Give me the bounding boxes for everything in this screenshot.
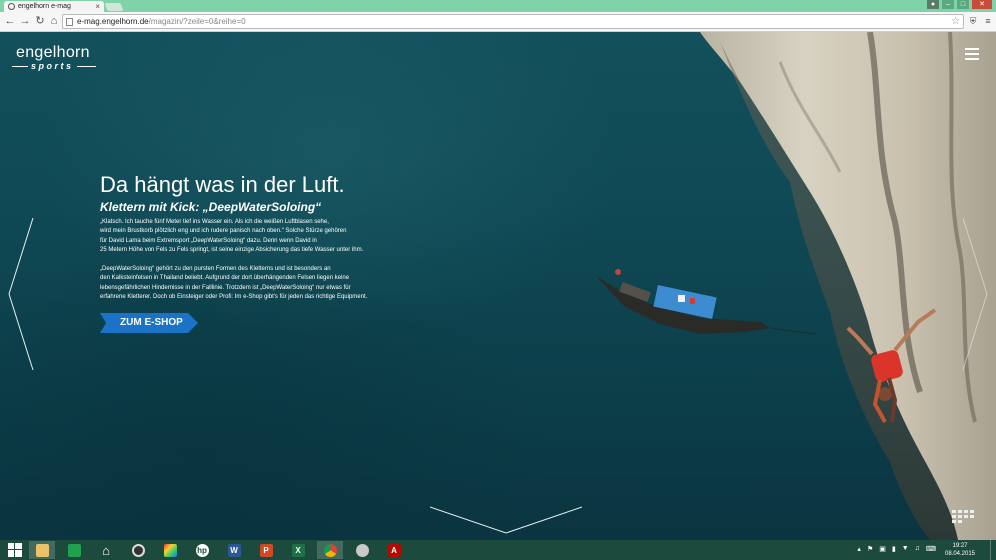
windows-start-icon	[8, 543, 22, 557]
body-line: erfahrene Kletterer. Doch ob Einsteiger …	[100, 294, 368, 301]
tab-engelhorn-e-mag[interactable]: engelhorn e-mag ×	[4, 1, 104, 12]
taskbar-file-explorer[interactable]	[29, 541, 55, 559]
scroll-down-arrow-icon[interactable]	[430, 506, 582, 534]
taskbar-acrobat[interactable]: A	[381, 541, 407, 559]
clock-time: 19:27	[952, 543, 968, 549]
article-body: „Klatsch. Ich tauche fünf Meter tief ins…	[100, 218, 410, 303]
tab-favicon-icon	[8, 3, 15, 10]
taskbar-paint[interactable]	[349, 541, 375, 559]
file-explorer-icon	[35, 543, 49, 557]
paint-icon	[355, 543, 369, 557]
taskbar-word[interactable]: W	[221, 541, 247, 559]
browser-title-bar: engelhorn e-mag × ● – □ ✕	[0, 0, 996, 12]
back-icon[interactable]: ←	[4, 15, 16, 28]
tray-expand-icon[interactable]: ▴	[857, 545, 861, 553]
battery-icon[interactable]: ▮	[892, 545, 896, 553]
body-line: wird mein Brustkorb plötzlich eng und ic…	[100, 228, 347, 235]
taskbar-home[interactable]: ⌂	[93, 541, 119, 559]
acrobat-icon: A	[387, 543, 401, 557]
article-subtitle: Klettern mit Kick: „DeepWaterSoloing“	[100, 200, 322, 214]
taskbar-excel[interactable]: X	[285, 541, 311, 559]
taskbar-hp[interactable]: hp	[189, 541, 215, 559]
taskbar-color-app[interactable]	[157, 541, 183, 559]
forward-icon[interactable]: →	[19, 15, 31, 28]
maximize-button[interactable]: □	[957, 0, 969, 9]
url-path: /magazin/?zeile=0&reihe=0	[148, 17, 246, 26]
excel-icon: X	[291, 543, 305, 557]
keyboard-icon[interactable]: ⌨	[926, 545, 936, 553]
volume-icon[interactable]: ♫	[915, 545, 920, 553]
home-icon: ⌂	[102, 542, 110, 558]
body-line: den Kalksteinfelsen in Thailand beliebt.…	[100, 275, 350, 282]
powerpoint-icon: P	[259, 543, 273, 557]
camera-app-icon	[131, 543, 145, 557]
start-button[interactable]	[2, 541, 28, 559]
close-window-button[interactable]: ✕	[972, 0, 992, 9]
engelhorn-sports-logo[interactable]: engelhorn sports	[12, 44, 98, 74]
hamburger-menu-icon[interactable]	[965, 48, 981, 60]
tab-close-icon[interactable]: ×	[95, 1, 100, 12]
chrome-menu-icon[interactable]: ≡	[983, 16, 993, 27]
browser-toolbar: ← → ↻ ⌂ e-mag.engelhorn.de/magazin/?zeil…	[0, 12, 996, 32]
tab-title: engelhorn e-mag	[18, 3, 71, 10]
hero-page: engelhorn sports Da hängt was in der Luf…	[0, 32, 996, 540]
cta-label: ZUM E-SHOP	[120, 317, 183, 328]
taskbar-powerpoint[interactable]: P	[253, 541, 279, 559]
system-tray: ▴ ⚑ ▣ ▮ ▼ ♫ ⌨	[857, 545, 936, 553]
flag-icon[interactable]: ⚑	[867, 545, 873, 553]
minimize-button[interactable]: –	[942, 0, 954, 9]
word-icon: W	[227, 543, 241, 557]
taskbar-camera-app[interactable]	[125, 541, 151, 559]
logo-wordmark: engelhorn	[16, 44, 90, 61]
new-tab-button[interactable]	[104, 3, 124, 11]
url-domain: e-mag.engelhorn.de	[77, 17, 149, 26]
logo-subline: sports	[28, 61, 77, 71]
user-profile-icon[interactable]: ●	[927, 0, 939, 9]
address-bar[interactable]: e-mag.engelhorn.de/magazin/?zeile=0&reih…	[62, 14, 964, 29]
show-desktop-button[interactable]	[990, 540, 996, 560]
body-line: 25 Metern Höhe von Fels zu Fels springt,…	[100, 247, 364, 254]
windows-taskbar: ⌂ hp W P X A ▴ ⚑ ▣ ▮ ▼ ♫ ⌨ 19:27 08.04.2…	[0, 540, 996, 560]
next-arrow-icon[interactable]	[962, 218, 988, 370]
reload-icon[interactable]: ↻	[34, 15, 46, 28]
taskbar-store[interactable]	[61, 541, 87, 559]
window-controls: ● – □ ✕	[927, 0, 992, 10]
home-icon[interactable]: ⌂	[48, 15, 60, 28]
zum-e-shop-button[interactable]: ZUM E-SHOP	[100, 313, 198, 333]
monitor-icon[interactable]: ▣	[879, 545, 886, 553]
bookmark-star-icon[interactable]: ☆	[951, 15, 960, 28]
page-icon	[66, 18, 73, 26]
body-line: lebensgefährlichen Hindernisse in der Fa…	[100, 284, 351, 291]
page-title: Da hängt was in der Luft.	[100, 172, 345, 197]
chrome-icon	[323, 543, 337, 557]
hp-icon: hp	[195, 543, 209, 557]
previous-arrow-icon[interactable]	[8, 218, 34, 370]
overview-grid-icon[interactable]	[952, 510, 974, 524]
taskbar-chrome[interactable]	[317, 541, 343, 559]
network-icon[interactable]: ▼	[902, 545, 909, 553]
taskbar-clock[interactable]: 19:27 08.04.2015	[940, 542, 980, 558]
body-line: „DeepWaterSoloing“ gehört zu den pursten…	[100, 266, 331, 273]
body-line: „Klatsch. Ich tauche fünf Meter tief ins…	[100, 219, 329, 225]
clock-date: 08.04.2015	[944, 551, 976, 557]
body-line: für David Lama beim Extremsport „DeepWat…	[100, 237, 317, 244]
extension-shield-icon[interactable]: ⛨	[968, 16, 978, 27]
color-app-icon	[163, 543, 177, 557]
store-icon	[67, 543, 81, 557]
